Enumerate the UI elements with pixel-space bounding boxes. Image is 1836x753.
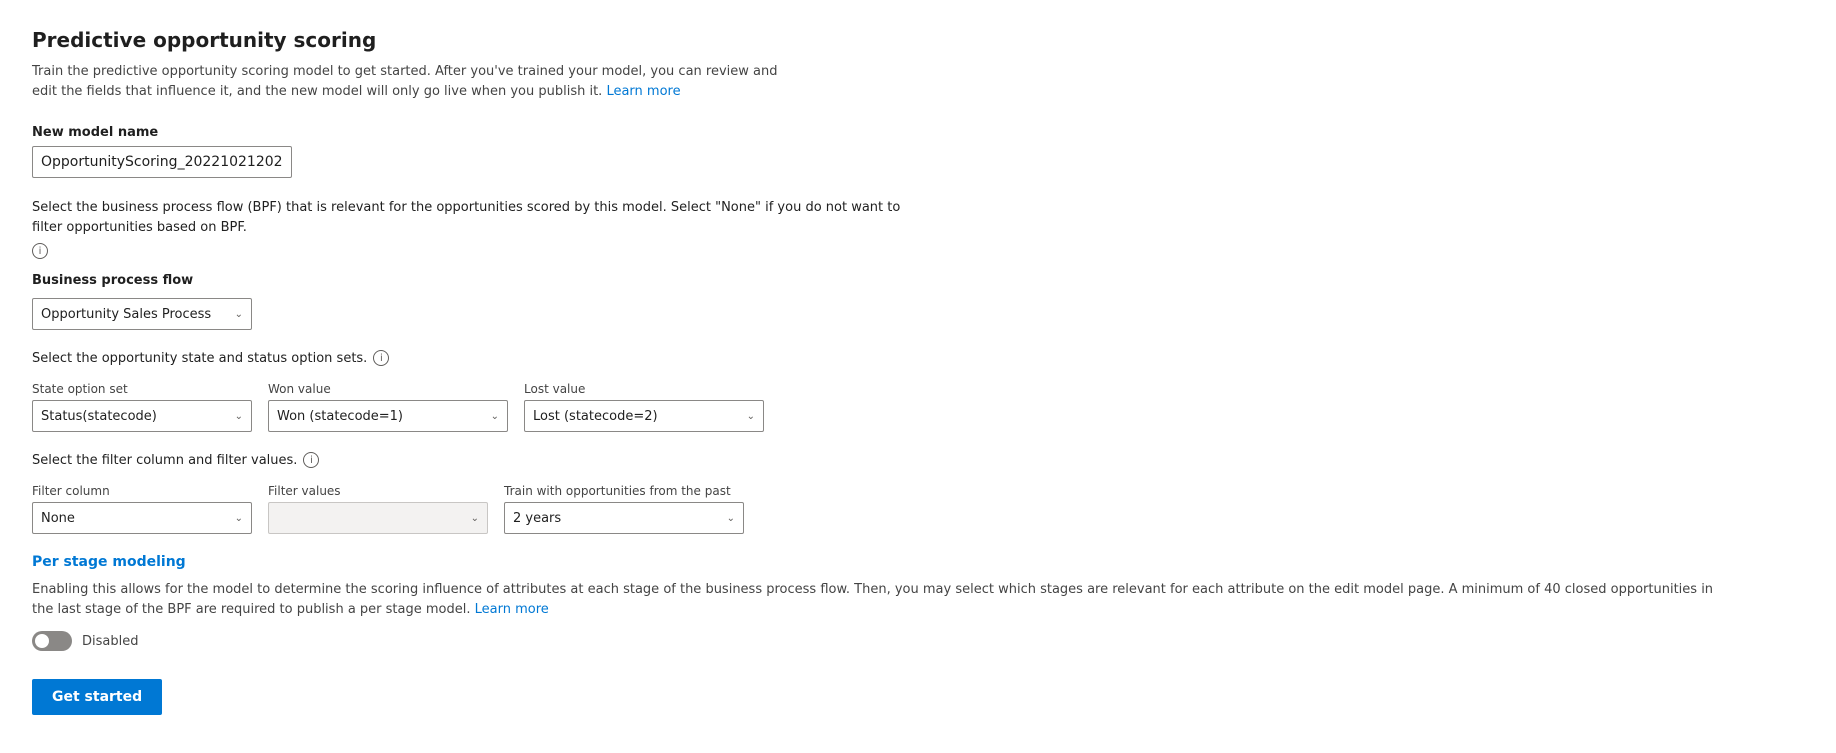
won-chevron-icon: ⌄ bbox=[491, 411, 499, 422]
page-title: Predictive opportunity scoring bbox=[32, 28, 1804, 52]
filter-description-text: Select the filter column and filter valu… bbox=[32, 453, 297, 468]
state-info-icon[interactable]: i bbox=[373, 350, 389, 366]
state-dropdowns-row: State option set Status(statecode) ⌄ Won… bbox=[32, 382, 1804, 432]
per-stage-toggle-label: Disabled bbox=[82, 634, 138, 649]
filter-description: Select the filter column and filter valu… bbox=[32, 452, 1804, 468]
filter-values-group: Filter values ⌄ bbox=[268, 484, 488, 534]
filter-values-dropdown: ⌄ bbox=[268, 502, 488, 534]
train-past-value: 2 years bbox=[513, 511, 561, 526]
bpf-section: Select the business process flow (BPF) t… bbox=[32, 198, 1804, 330]
bpf-description-text: Select the business process flow (BPF) t… bbox=[32, 198, 932, 237]
lost-value-selected: Lost (statecode=2) bbox=[533, 409, 658, 424]
won-value-dropdown[interactable]: Won (statecode=1) ⌄ bbox=[268, 400, 508, 432]
state-option-set-group: State option set Status(statecode) ⌄ bbox=[32, 382, 252, 432]
train-past-chevron-icon: ⌄ bbox=[727, 513, 735, 524]
bpf-dropdown-label: Business process flow bbox=[32, 273, 1804, 288]
state-description-text: Select the opportunity state and status … bbox=[32, 351, 367, 366]
bpf-chevron-icon: ⌄ bbox=[235, 309, 243, 320]
bpf-dropdown-group: Business process flow Opportunity Sales … bbox=[32, 273, 1804, 330]
filter-column-group: Filter column None ⌄ bbox=[32, 484, 252, 534]
filter-column-label: Filter column bbox=[32, 484, 252, 498]
get-started-button[interactable]: Get started bbox=[32, 679, 162, 715]
won-value-selected: Won (statecode=1) bbox=[277, 409, 403, 424]
filter-values-label: Filter values bbox=[268, 484, 488, 498]
learn-more-link[interactable]: Learn more bbox=[606, 84, 680, 99]
filter-section: Select the filter column and filter valu… bbox=[32, 452, 1804, 534]
per-stage-description-text: Enabling this allows for the model to de… bbox=[32, 582, 1713, 617]
state-description: Select the opportunity state and status … bbox=[32, 350, 1804, 366]
toggle-row: Disabled bbox=[32, 631, 1804, 651]
model-name-input[interactable] bbox=[32, 146, 292, 178]
train-past-dropdown[interactable]: 2 years ⌄ bbox=[504, 502, 744, 534]
filter-column-chevron-icon: ⌄ bbox=[235, 513, 243, 524]
train-past-label: Train with opportunities from the past bbox=[504, 484, 744, 498]
per-stage-title: Per stage modeling bbox=[32, 554, 1804, 570]
model-name-section: New model name bbox=[32, 125, 1804, 178]
model-name-label: New model name bbox=[32, 125, 1804, 140]
filter-column-value: None bbox=[41, 511, 75, 526]
filter-column-dropdown[interactable]: None ⌄ bbox=[32, 502, 252, 534]
per-stage-section: Per stage modeling Enabling this allows … bbox=[32, 554, 1804, 651]
per-stage-learn-more-link[interactable]: Learn more bbox=[475, 602, 549, 617]
per-stage-description: Enabling this allows for the model to de… bbox=[32, 580, 1732, 619]
bpf-dropdown[interactable]: Opportunity Sales Process ⌄ bbox=[32, 298, 252, 330]
page-container: Predictive opportunity scoring Train the… bbox=[0, 0, 1836, 743]
won-value-group: Won value Won (statecode=1) ⌄ bbox=[268, 382, 508, 432]
state-section: Select the opportunity state and status … bbox=[32, 350, 1804, 432]
state-option-set-label: State option set bbox=[32, 382, 252, 396]
filter-values-chevron-icon: ⌄ bbox=[471, 513, 479, 524]
state-option-set-dropdown[interactable]: Status(statecode) ⌄ bbox=[32, 400, 252, 432]
train-past-group: Train with opportunities from the past 2… bbox=[504, 484, 744, 534]
page-description: Train the predictive opportunity scoring… bbox=[32, 62, 792, 101]
won-value-label: Won value bbox=[268, 382, 508, 396]
state-option-set-value: Status(statecode) bbox=[41, 409, 157, 424]
bpf-dropdown-value: Opportunity Sales Process bbox=[41, 307, 211, 322]
per-stage-toggle[interactable] bbox=[32, 631, 72, 651]
lost-value-label: Lost value bbox=[524, 382, 764, 396]
filter-dropdowns-row: Filter column None ⌄ Filter values ⌄ Tra… bbox=[32, 484, 1804, 534]
filter-info-icon[interactable]: i bbox=[303, 452, 319, 468]
lost-chevron-icon: ⌄ bbox=[747, 411, 755, 422]
state-option-chevron-icon: ⌄ bbox=[235, 411, 243, 422]
footer: Get started bbox=[32, 679, 1804, 715]
lost-value-dropdown[interactable]: Lost (statecode=2) ⌄ bbox=[524, 400, 764, 432]
bpf-description: Select the business process flow (BPF) t… bbox=[32, 198, 932, 259]
lost-value-group: Lost value Lost (statecode=2) ⌄ bbox=[524, 382, 764, 432]
bpf-info-icon[interactable]: i bbox=[32, 243, 48, 259]
